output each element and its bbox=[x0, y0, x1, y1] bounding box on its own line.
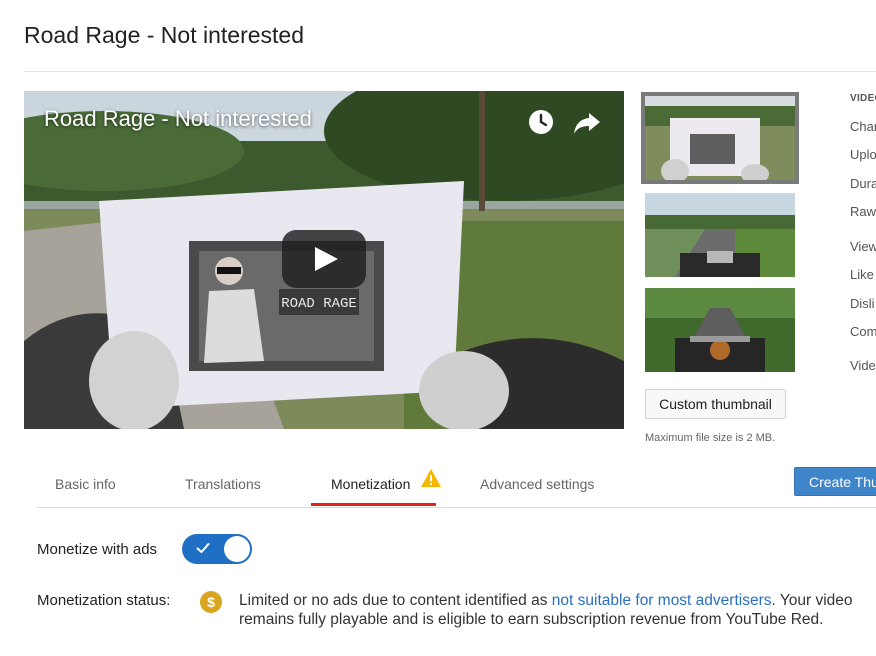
info-row-likes: Like bbox=[850, 267, 874, 282]
info-row-views: View bbox=[850, 239, 876, 254]
info-row-comments: Com bbox=[850, 324, 876, 339]
create-thumbnail-button[interactable]: Create Thu bbox=[794, 467, 876, 496]
tabs-divider bbox=[37, 507, 876, 508]
thumbnail-image-3 bbox=[645, 288, 795, 372]
active-tab-indicator bbox=[311, 503, 436, 506]
dollar-coin-icon: $ bbox=[200, 591, 222, 613]
monetization-status-label: Monetization status: bbox=[37, 592, 171, 609]
clock-icon[interactable] bbox=[528, 109, 554, 135]
video-info-heading: VIDEO bbox=[850, 93, 876, 104]
tab-basic-info[interactable]: Basic info bbox=[55, 476, 116, 492]
info-row-video: Vide bbox=[850, 358, 876, 373]
title-divider bbox=[24, 71, 876, 72]
thumbnail-option-3[interactable] bbox=[645, 288, 795, 372]
player-overlay-title: Road Rage - Not interested bbox=[44, 106, 312, 131]
svg-text:$: $ bbox=[207, 594, 215, 610]
monetize-label: Monetize with ads bbox=[37, 541, 158, 558]
sign-text: ROAD RAGE bbox=[281, 296, 357, 312]
tab-monetization[interactable]: Monetization bbox=[331, 476, 410, 492]
checkmark-icon bbox=[196, 543, 210, 553]
info-row-dislikes: Disli bbox=[850, 296, 875, 311]
tab-advanced-settings[interactable]: Advanced settings bbox=[480, 476, 594, 492]
info-row-uploaded: Uplo bbox=[850, 147, 876, 162]
thumbnail-option-2[interactable] bbox=[645, 193, 795, 277]
monetize-toggle[interactable] bbox=[182, 534, 252, 564]
play-icon[interactable] bbox=[282, 230, 366, 288]
status-text-before: Limited or no ads due to content identif… bbox=[239, 592, 552, 609]
thumbnail-option-1[interactable] bbox=[641, 92, 799, 184]
tab-translations[interactable]: Translations bbox=[185, 476, 261, 492]
thumbnail-image-2 bbox=[645, 193, 795, 277]
page-title: Road Rage - Not interested bbox=[24, 22, 304, 48]
toggle-knob bbox=[224, 536, 250, 562]
warning-icon bbox=[421, 469, 441, 487]
info-row-duration: Dura bbox=[850, 176, 876, 191]
info-row-raw: Raw bbox=[850, 204, 876, 219]
video-player[interactable]: ROAD RAGE Road Rage - Not interested bbox=[24, 91, 624, 429]
share-arrow-icon[interactable] bbox=[572, 107, 602, 137]
monetization-status-text: Limited or no ads due to content identif… bbox=[239, 591, 859, 629]
info-row-channel: Char bbox=[850, 119, 876, 134]
custom-thumbnail-button[interactable]: Custom thumbnail bbox=[645, 389, 786, 419]
thumbnail-image-1 bbox=[645, 96, 795, 180]
advertiser-guidelines-link[interactable]: not suitable for most advertisers bbox=[552, 592, 772, 609]
file-size-note: Maximum file size is 2 MB. bbox=[645, 432, 776, 444]
